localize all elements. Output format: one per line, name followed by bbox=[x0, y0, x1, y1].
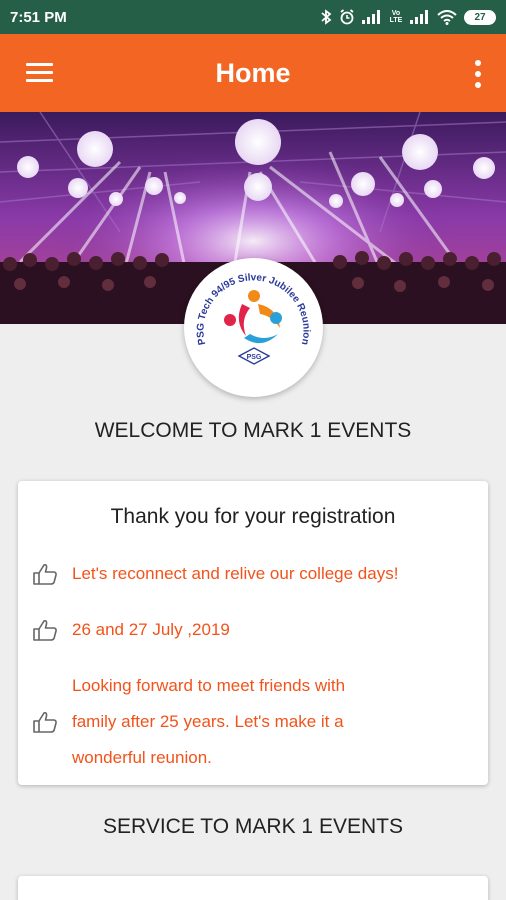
service-card bbox=[18, 876, 488, 900]
hamburger-menu-icon[interactable] bbox=[26, 63, 53, 83]
svg-text:PSG Tech 94/95 Silver Jubilee: PSG Tech 94/95 Silver Jubilee Reunion bbox=[195, 272, 311, 346]
thumbs-up-icon bbox=[33, 712, 57, 733]
logo-arc-text: PSG Tech 94/95 Silver Jubilee Reunion bbox=[195, 272, 311, 346]
more-vert-icon[interactable] bbox=[474, 60, 482, 88]
status-time: 7:51 PM bbox=[10, 8, 67, 26]
volte-label: Vo LTE bbox=[389, 10, 403, 24]
wifi-icon bbox=[437, 9, 457, 25]
alarm-icon bbox=[340, 9, 354, 25]
registration-card-title: Thank you for your registration bbox=[110, 505, 396, 528]
app-bar: Home bbox=[0, 34, 506, 112]
info-text-reunion-line-3: wonderful reunion. bbox=[72, 748, 212, 767]
event-logo: PSG Tech 94/95 Silver Jubilee Reunion PS… bbox=[184, 258, 323, 397]
info-item-dates: 26 and 27 July ,2019 bbox=[32, 612, 472, 648]
logo-badge-text: PSG bbox=[247, 354, 262, 361]
battery-icon: 27 bbox=[464, 9, 496, 25]
bluetooth-icon bbox=[321, 9, 332, 25]
status-bar: 7:51 PM Vo LTE 27 bbox=[0, 0, 506, 34]
info-text-reconnect: Let's reconnect and relive our college d… bbox=[72, 564, 399, 583]
signal-icon-2 bbox=[410, 10, 428, 24]
thumbs-up-icon bbox=[33, 620, 57, 641]
info-item-reunion: Looking forward to meet friends with fam… bbox=[32, 668, 472, 776]
registration-card: Thank you for your registration Let's re… bbox=[18, 481, 488, 785]
info-text-reunion: Looking forward to meet friends with fam… bbox=[72, 668, 345, 776]
welcome-heading: WELCOME TO MARK 1 EVENTS bbox=[94, 419, 412, 442]
page-title: Home bbox=[215, 57, 291, 88]
battery-level: 27 bbox=[474, 11, 486, 23]
info-text-reunion-line-1: Looking forward to meet friends with bbox=[72, 676, 346, 695]
status-icons: Vo LTE 27 bbox=[320, 9, 496, 25]
info-item-reconnect: Let's reconnect and relive our college d… bbox=[32, 556, 472, 592]
info-text-reunion-line-2: family after 25 years. Let's make it a bbox=[72, 712, 344, 731]
info-text-dates: 26 and 27 July ,2019 bbox=[72, 620, 230, 639]
signal-icon bbox=[362, 10, 380, 24]
service-heading: SERVICE TO MARK 1 EVENTS bbox=[103, 815, 403, 838]
thumbs-up-icon bbox=[33, 564, 57, 585]
